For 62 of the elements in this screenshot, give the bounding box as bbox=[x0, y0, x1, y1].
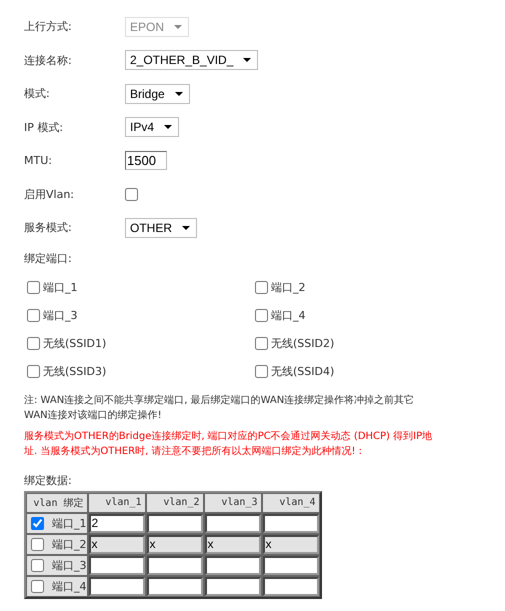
field-label: 启用Vlan: bbox=[24, 186, 75, 202]
dropdown[interactable]: IPv4 bbox=[125, 117, 180, 138]
field-label: IP 模式: bbox=[24, 120, 64, 135]
port-label: 端口_2 bbox=[52, 536, 86, 552]
dropdown[interactable]: OTHER bbox=[125, 218, 197, 238]
row-checkbox[interactable] bbox=[31, 516, 44, 530]
checkbox[interactable] bbox=[27, 308, 40, 322]
checkbox-label: 端口_4 bbox=[271, 308, 306, 322]
checkbox[interactable] bbox=[27, 280, 40, 294]
checkbox[interactable] bbox=[255, 364, 268, 378]
table-input[interactable] bbox=[146, 576, 202, 596]
field-label: MTU: bbox=[24, 154, 53, 168]
row-checkbox[interactable] bbox=[31, 580, 44, 592]
checkbox[interactable] bbox=[255, 336, 268, 350]
field-label: 连接名称: bbox=[24, 52, 73, 68]
column-header: vlan_4 bbox=[262, 492, 320, 512]
table-input[interactable] bbox=[204, 556, 260, 574]
caret-icon bbox=[174, 24, 182, 29]
port-label: 端口_3 bbox=[52, 558, 86, 572]
table-input[interactable] bbox=[204, 514, 260, 532]
note-text: 注: WAN连接之间不能共享绑定端口, 最后绑定端口的WAN连接绑定操作将冲掉之前其它WAN连接对该端口的绑定操作! bbox=[24, 394, 416, 422]
table-input[interactable] bbox=[146, 514, 202, 532]
field-label: 上行方式: bbox=[24, 19, 73, 34]
checkbox[interactable] bbox=[125, 188, 138, 201]
checkbox[interactable] bbox=[255, 280, 268, 294]
checkbox-label: 无线(SSID2) bbox=[271, 336, 334, 350]
checkbox-label: 端口_2 bbox=[271, 280, 306, 294]
checkbox-label: 无线(SSID3) bbox=[43, 364, 106, 378]
caret-icon bbox=[174, 92, 183, 96]
checkbox-label: 端口_1 bbox=[43, 280, 78, 294]
field-label: 服务模式: bbox=[24, 220, 73, 236]
port-label: 端口_4 bbox=[52, 578, 86, 594]
table-input[interactable] bbox=[146, 556, 202, 574]
checkbox[interactable] bbox=[27, 364, 40, 378]
field-label: 模式: bbox=[24, 86, 51, 102]
section-title: 绑定数据: bbox=[24, 472, 73, 488]
table-input[interactable] bbox=[88, 576, 144, 596]
table-input[interactable] bbox=[88, 556, 144, 574]
checkbox[interactable] bbox=[27, 336, 40, 350]
column-header: vlan_1 bbox=[88, 492, 146, 512]
table-input[interactable] bbox=[204, 576, 260, 596]
caret-icon bbox=[182, 226, 190, 230]
checkbox-label: 端口_3 bbox=[43, 308, 78, 322]
table-input[interactable] bbox=[262, 576, 318, 596]
warning-text: 服务模式为OTHER的Bridge连接绑定时, 端口对应的PC不会通过网关动态 (DHCP) 得到IP地址. 当服务模式为OTHER时, 请注意不要把所有以太网端口绑定为此种情况! : bbox=[24, 430, 434, 458]
caret-icon bbox=[164, 125, 172, 130]
table-input[interactable] bbox=[262, 556, 318, 574]
dropdown[interactable]: Bridge bbox=[125, 84, 190, 104]
table-input[interactable] bbox=[262, 514, 318, 532]
checkbox-label: 无线(SSID1) bbox=[43, 336, 106, 350]
section-title: 绑定端口: bbox=[24, 250, 73, 266]
column-header: vlan 绑定 bbox=[26, 492, 88, 512]
column-header: vlan_2 bbox=[146, 492, 204, 512]
port-label: 端口_1 bbox=[52, 516, 86, 530]
dropdown[interactable]: 2_OTHER_B_VID_ bbox=[125, 50, 258, 70]
caret-icon bbox=[243, 58, 252, 62]
row-checkbox[interactable] bbox=[31, 558, 44, 572]
column-header: vlan_3 bbox=[204, 492, 262, 512]
input-field[interactable]: 1500 bbox=[125, 151, 167, 170]
checkbox[interactable] bbox=[255, 308, 268, 322]
checkbox-label: 无线(SSID4) bbox=[271, 364, 334, 378]
table-input[interactable]: 2 bbox=[88, 514, 144, 532]
